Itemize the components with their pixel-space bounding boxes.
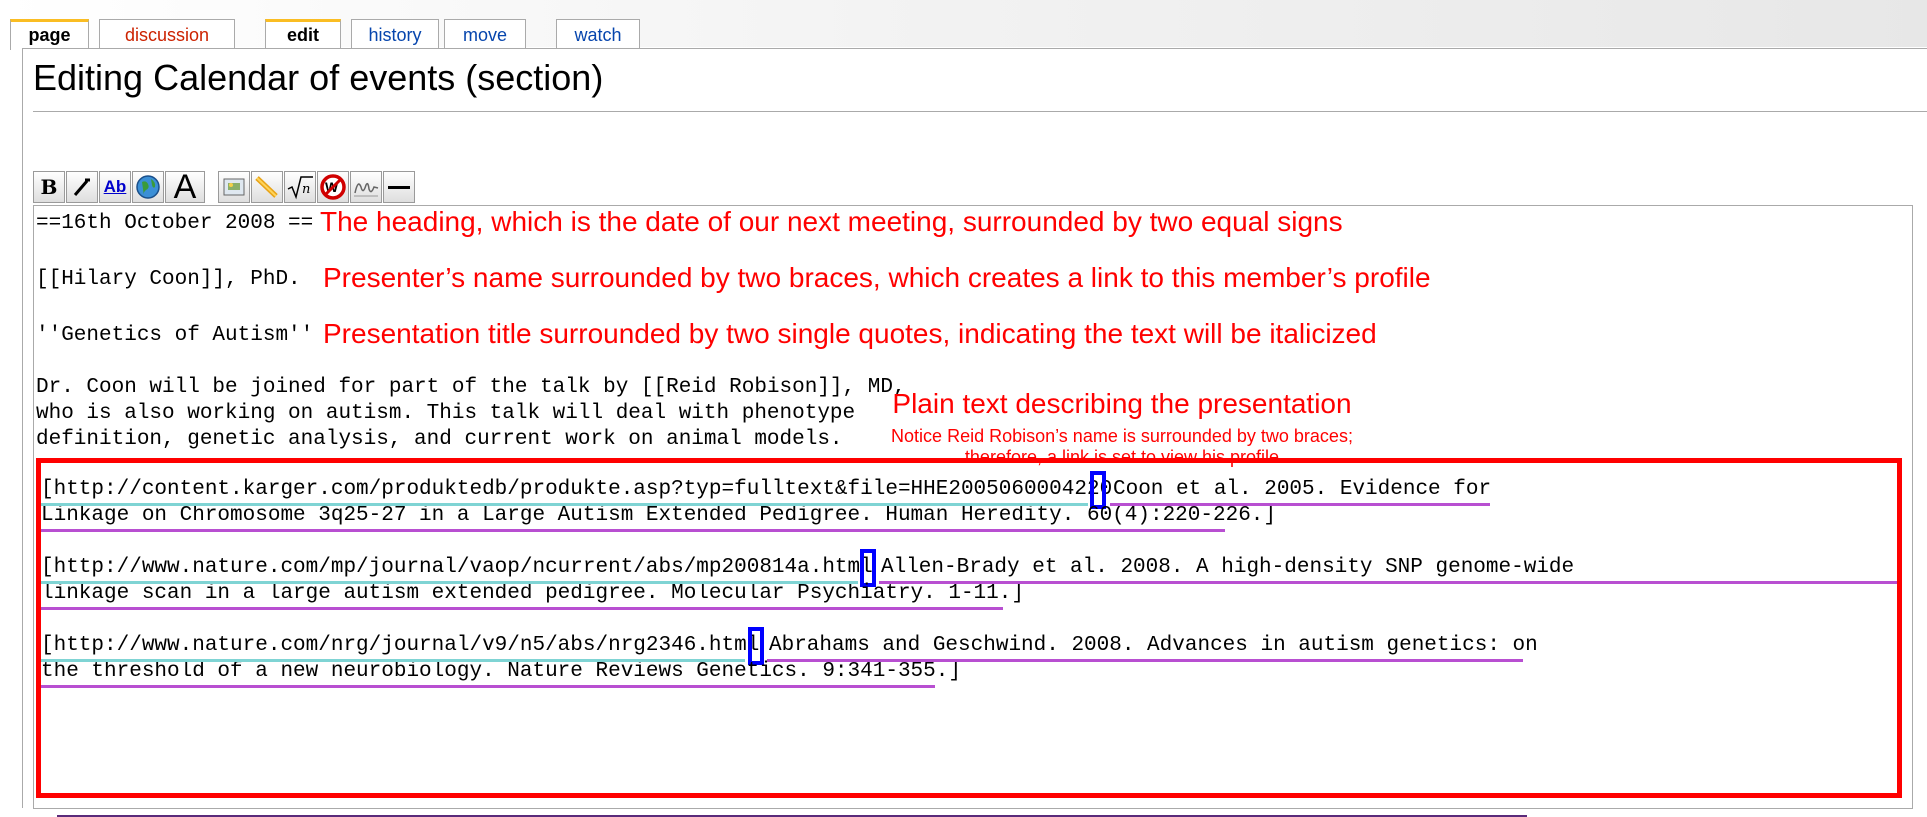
ref2-text-underline-b [41, 607, 1003, 610]
tab-history[interactable]: history [351, 19, 439, 50]
sqrt-icon: n [287, 176, 313, 200]
edit-textarea[interactable]: ==16th October 2008 == The heading, whic… [33, 205, 1913, 809]
ref3-text-underline-a [767, 659, 1523, 662]
ref3-text-b: the threshold of a new neurobiology. Nat… [41, 660, 961, 683]
tab-page[interactable]: page [10, 19, 89, 50]
bold-icon: B [40, 175, 58, 199]
internal-link-button[interactable]: Ab [99, 171, 131, 203]
ref1-text-underline-b [41, 529, 1225, 532]
wikitext-presenter-line: [[Hilary Coon]], PhD. [36, 268, 301, 291]
headline-button[interactable]: A [165, 168, 205, 206]
nowiki-button[interactable]: W [317, 171, 349, 203]
tab-bar: page discussion edit history move watch [0, 0, 1927, 50]
tab-move[interactable]: move [444, 19, 526, 50]
annotation-plain-text: Plain text describing the presentation [892, 388, 1352, 419]
italic-icon [73, 178, 90, 196]
math-formula-button[interactable]: n [284, 171, 316, 203]
ref2-text-b: linkage scan in a large autism extended … [41, 582, 1024, 605]
bold-button[interactable]: B [33, 171, 65, 203]
ref3-url-underline [41, 659, 745, 662]
ref3-url: [http://www.nature.com/nrg/journal/v9/n5… [41, 634, 760, 657]
external-link-button[interactable] [132, 171, 164, 203]
tab-watch-label: watch [574, 25, 622, 45]
tab-watch[interactable]: watch [556, 19, 640, 50]
tab-page-label: page [28, 25, 71, 45]
tab-discussion-label: discussion [124, 25, 210, 45]
horizontal-line-icon [388, 186, 410, 189]
tab-move-label: move [462, 25, 507, 45]
tab-edit-label: edit [286, 25, 319, 45]
italic-button[interactable] [66, 171, 98, 203]
headline-icon: A [173, 168, 197, 206]
media-icon [255, 176, 278, 198]
signature-button[interactable] [350, 171, 382, 203]
signature-icon [354, 182, 379, 197]
page-title: Editing Calendar of events (section) [33, 57, 604, 98]
ref3-text-underline-b [41, 685, 935, 688]
svg-text:n: n [302, 182, 310, 197]
image-icon [223, 178, 245, 196]
globe-icon [136, 175, 160, 199]
nowiki-icon: W [320, 174, 346, 200]
ref2-text-a: Allen-Brady et al. 2008. A high-density … [881, 556, 1575, 579]
references-highlight-box: [http://content.karger.com/produktedb/pr… [36, 458, 1902, 798]
annotation-presenter: Presenter’s name surrounded by two brace… [323, 262, 1431, 293]
ref2-text-underline-a [879, 581, 1897, 584]
ref1-url: [http://content.karger.com/produktedb/pr… [41, 478, 1113, 501]
tab-edit[interactable]: edit [265, 19, 341, 50]
annotation-title: Presentation title surrounded by two sin… [323, 318, 1377, 349]
ref3-text-a: Abrahams and Geschwind. 2008. Advances i… [769, 634, 1538, 657]
embedded-image-button[interactable] [218, 171, 250, 203]
annotation-heading: The heading, which is the date of our ne… [320, 206, 1343, 237]
wikitext-description-line-1: Dr. Coon will be joined for part of the … [36, 376, 906, 399]
title-divider [33, 111, 1927, 112]
annotation-notice-line-1: Notice Reid Robison’s name is surrounded… [891, 426, 1353, 446]
content-area: Editing Calendar of events (section) B A… [22, 48, 1927, 817]
tab-history-label: history [368, 25, 422, 45]
ref1-text-underline-a [1110, 503, 1490, 506]
wikitext-description-line-3: definition, genetic analysis, and curren… [36, 428, 843, 451]
ref1-text-a: Coon et al. 2005. Evidence for [1113, 478, 1492, 501]
ref2-url-underline [41, 581, 858, 584]
ref1-url-underline [41, 503, 1088, 506]
internal-link-icon: Ab [103, 177, 127, 196]
wikitext-heading-line: ==16th October 2008 == [36, 212, 314, 235]
media-file-button[interactable] [251, 171, 283, 203]
tab-discussion[interactable]: discussion [99, 19, 235, 50]
wikitext-title-line: ''Genetics of Autism'' [36, 324, 314, 347]
wikitext-description-line-2: who is also working on autism. This talk… [36, 402, 856, 425]
ref1-text-b: Linkage on Chromosome 3q25-27 in a Large… [41, 504, 1277, 527]
ref2-url: [http://www.nature.com/mp/journal/vaop/n… [41, 556, 873, 579]
horizontal-line-button[interactable] [383, 171, 415, 203]
